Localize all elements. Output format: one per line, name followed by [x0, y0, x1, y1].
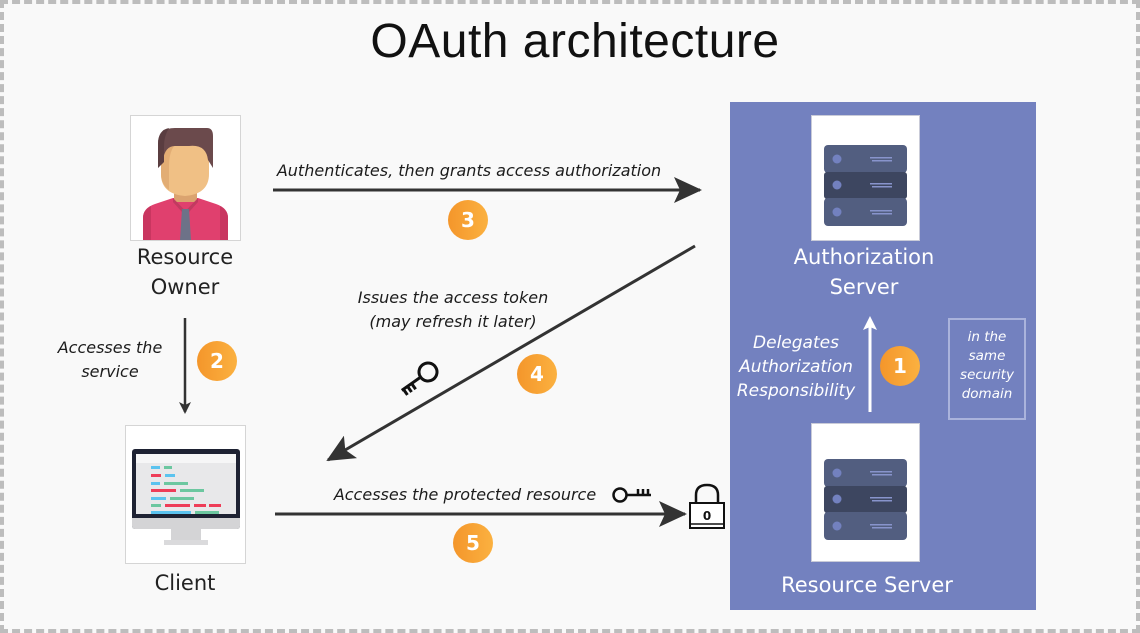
step-5-label: Accesses the protected resource: [333, 485, 597, 504]
key-icon: [612, 487, 651, 503]
step-2-label-line1: Accesses the: [57, 338, 163, 357]
step-4-arrow: [326, 244, 696, 462]
key-icon: [400, 361, 439, 396]
step-2-label-line2: service: [81, 362, 139, 381]
svg-text:0: 0: [703, 509, 711, 523]
step-2-label: Accesses the service: [50, 336, 170, 384]
step-2-badge: 2: [197, 341, 237, 381]
step-3-badge: 3: [448, 200, 488, 240]
padlock-icon: 0: [689, 483, 725, 529]
step-4-label: Issues the access token (may refresh it …: [333, 286, 573, 334]
step-4-label-line2: (may refresh it later): [369, 312, 537, 331]
step-5-badge: 5: [453, 523, 493, 563]
step-3-label: Authenticates, then grants access author…: [276, 161, 662, 180]
step-1-badge: 1: [880, 346, 920, 386]
step-1-label: Delegates Authorization Responsibility: [732, 331, 860, 403]
step-1-label-line2: Authorization: [739, 357, 853, 377]
step-4-badge: 4: [517, 354, 557, 394]
step-1-label-line1: Delegates: [753, 333, 839, 353]
step-4-label-line1: Issues the access token: [357, 288, 549, 307]
step-1-label-line3: Responsibility: [736, 381, 856, 401]
